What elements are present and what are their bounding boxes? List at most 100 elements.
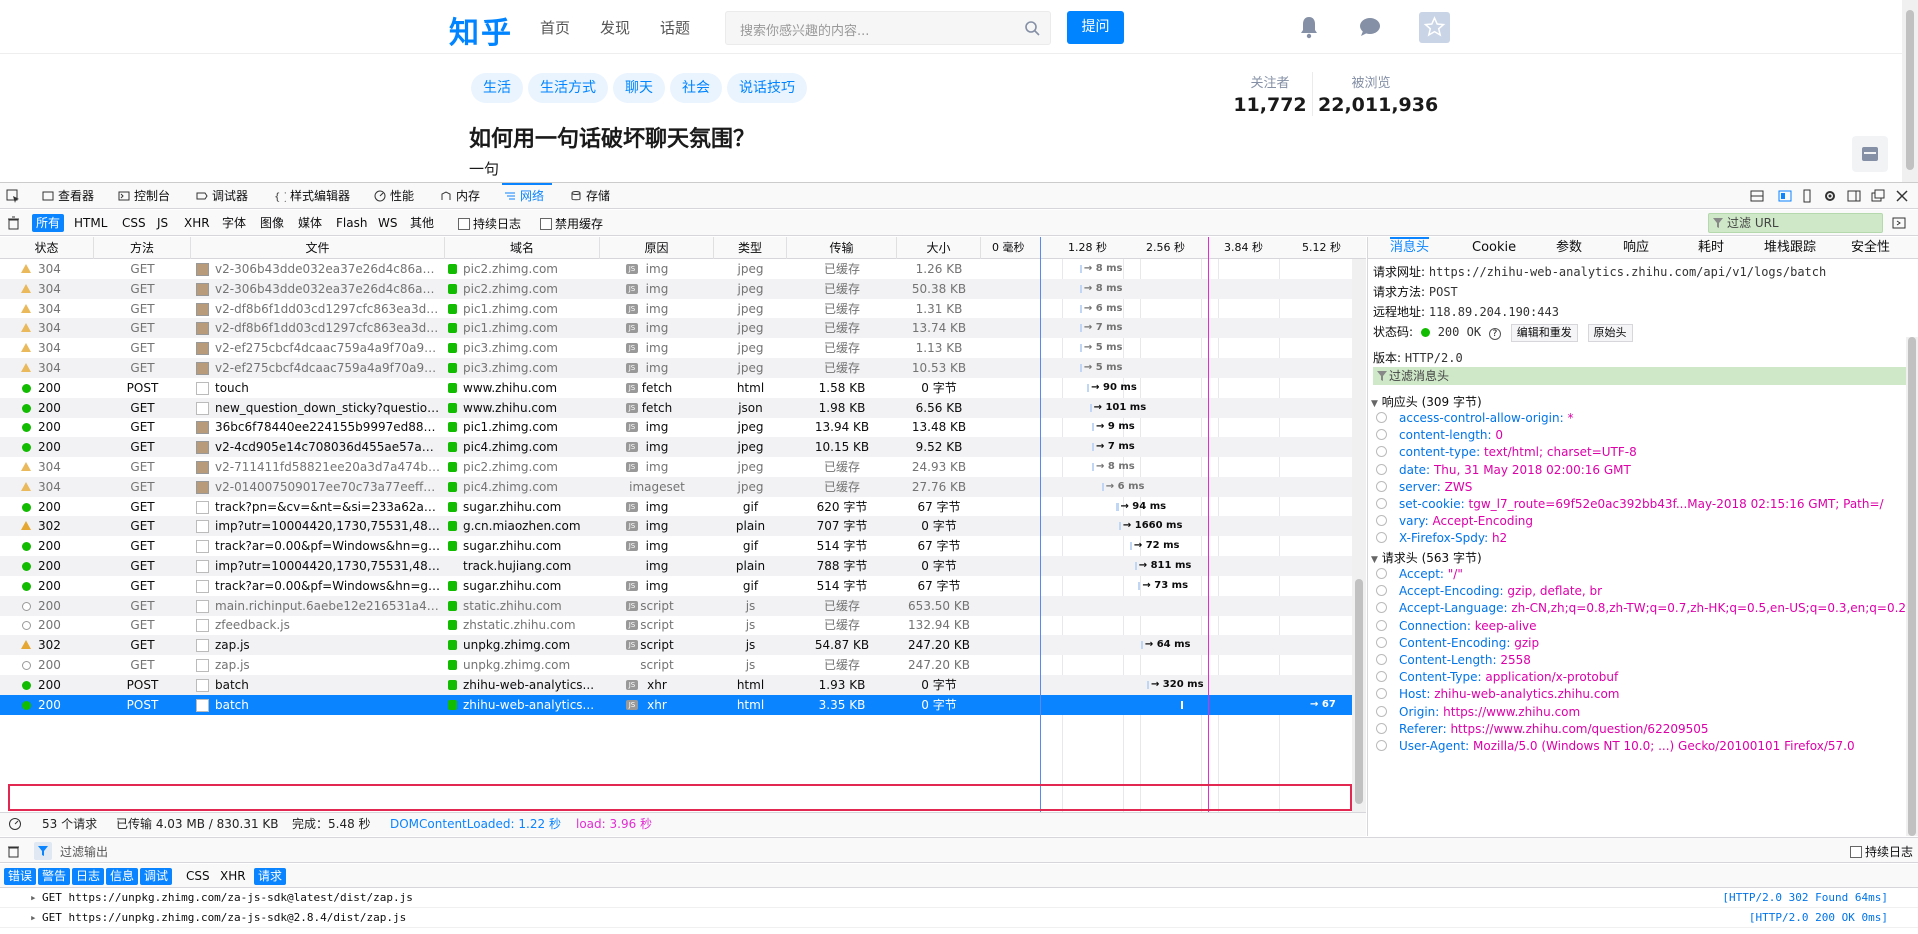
tab-performance[interactable]: 性能 — [372, 183, 414, 209]
request-file[interactable]: v2-df8b6f1dd03cd1297cfc863ea3da6... — [215, 318, 441, 338]
nav-home[interactable]: 首页 — [540, 17, 570, 38]
page-scrollbar[interactable] — [1902, 0, 1918, 182]
request-url[interactable]: https://zhihu-web-analytics.zhihu.com/ap… — [1429, 265, 1826, 279]
header-row[interactable]: Content-Encoding: gzip — [1376, 636, 1539, 650]
request-file[interactable]: new_question_down_sticky?question_... — [215, 398, 441, 418]
header-row[interactable]: vary: Accept-Encoding — [1376, 514, 1533, 528]
table-row[interactable]: 200 GET 36bc6f78440ee224155b9997ed887e2...… — [0, 417, 1352, 437]
request-file[interactable]: touch — [215, 378, 441, 398]
header-row[interactable]: Content-Length: 2558 — [1376, 653, 1531, 667]
table-row[interactable]: 304 GET v2-ef275cbcf4dcaac759a4a9f70a946e.… — [0, 338, 1352, 358]
request-file[interactable]: v2-ef275cbcf4dcaac759a4a9f70a946e... — [215, 338, 441, 358]
topic-tag[interactable]: 说话技巧 — [727, 73, 807, 103]
table-row[interactable]: 200 GET track?ar=0.00&pf=Windows&hn=glo...… — [0, 576, 1352, 596]
filter-ws[interactable]: WS — [374, 214, 401, 232]
request-file[interactable]: v2-ef275cbcf4dcaac759a4a9f70a946e... — [215, 358, 441, 378]
table-row[interactable]: 200 POST batch zhihu-web-analytics... JS xhr h… — [0, 694, 1352, 730]
topic-tag[interactable]: 生活方式 — [528, 73, 608, 103]
console-message[interactable]: ▸ GET https://unpkg.zhimg.com/za-js-sdk@2… — [0, 908, 1918, 928]
request-file[interactable]: track?pn=&cv=&nt=&si=233a62aa-... — [215, 497, 441, 517]
request-file[interactable]: zfeedback.js — [215, 615, 441, 635]
filter-media[interactable]: 媒体 — [294, 214, 326, 232]
tab-inspector[interactable]: 查看器 — [40, 183, 94, 209]
layout-icon[interactable] — [1750, 189, 1764, 203]
table-row[interactable]: 304 GET v2-711411fd58821ee20a3d7a474b20...… — [0, 457, 1352, 477]
filter-all[interactable]: 所有 — [32, 214, 65, 232]
help-icon[interactable] — [1376, 636, 1387, 648]
console-filter-6[interactable]: XHR — [216, 868, 250, 885]
col-cause[interactable]: 原因 — [600, 237, 714, 259]
col-method[interactable]: 方法 — [94, 237, 191, 259]
console-status[interactable]: [HTTP/2.0 200 OK 0ms] — [1749, 908, 1888, 928]
header-row[interactable]: set-cookie: tgw_l7_route=69f52e0ac392bb4… — [1376, 497, 1884, 511]
help-icon[interactable] — [1376, 705, 1387, 717]
console-filter-4[interactable]: 调试 — [140, 868, 173, 885]
table-row[interactable]: 200 GET new_question_down_sticky?question_… — [0, 397, 1352, 418]
tab-security[interactable]: 安全性 — [1851, 237, 1890, 259]
request-file[interactable]: imp?utr=10004420,1730,75531,4866... — [215, 516, 441, 536]
bell-icon[interactable] — [1296, 14, 1322, 40]
details-scrollbar[interactable] — [1906, 337, 1918, 836]
request-file[interactable]: batch — [215, 695, 441, 715]
table-row[interactable]: 304 GET v2-306b43dde032ea37e26d4c86a173...… — [0, 259, 1352, 279]
tab-cookies[interactable]: Cookie — [1472, 237, 1516, 259]
header-row[interactable]: date: Thu, 31 May 2018 02:00:16 GMT — [1376, 463, 1631, 477]
table-row[interactable]: 200 GET track?pn=&cv=&nt=&si=233a62aa-... s… — [0, 497, 1352, 517]
header-row[interactable]: Origin: https://www.zhihu.com — [1376, 705, 1580, 719]
edit-resend-button[interactable]: 编辑和重发 — [1510, 324, 1578, 342]
performance-analysis-icon[interactable] — [8, 817, 22, 831]
toggle-sidebar-icon[interactable] — [1892, 216, 1906, 230]
help-icon[interactable] — [1376, 654, 1387, 665]
filter-fonts[interactable]: 字体 — [218, 214, 250, 232]
table-row[interactable]: 302 GET imp?utr=10004420,1730,75531,4866..… — [0, 516, 1352, 537]
topic-tag[interactable]: 社会 — [670, 73, 722, 103]
console-status[interactable]: [HTTP/2.0 302 Found 64ms] — [1722, 888, 1888, 908]
header-row[interactable]: Accept-Language: zh-CN,zh;q=0.8,zh-TW;q=… — [1376, 601, 1906, 615]
help-icon[interactable] — [1376, 498, 1387, 509]
console-filter-7[interactable]: 请求 — [254, 868, 287, 885]
split-console-icon[interactable] — [1778, 189, 1792, 203]
search-input[interactable]: 搜索你感兴趣的内容... — [740, 20, 869, 39]
table-row[interactable]: 304 GET v2-df8b6f1dd03cd1297cfc863ea3da6..… — [0, 299, 1352, 319]
tab-console[interactable]: 控制台 — [116, 183, 170, 209]
help-icon[interactable] — [1376, 722, 1387, 734]
help-icon[interactable] — [1376, 688, 1387, 700]
console-filter-0[interactable]: 错误 — [4, 868, 37, 885]
header-row[interactable]: User-Agent: Mozilla/5.0 (Windows NT 10.0… — [1376, 739, 1855, 753]
console-message[interactable]: ▸ GET https://unpkg.zhimg.com/za-js-sdk@l… — [0, 888, 1918, 908]
tab-timings[interactable]: 耗时 — [1698, 237, 1724, 259]
chevron-down-icon[interactable]: ▼ — [1371, 555, 1378, 565]
request-file[interactable]: track?ar=0.00&pf=Windows&hn=glo... — [215, 536, 441, 556]
tab-network[interactable]: 网络 — [502, 183, 553, 209]
ask-button[interactable]: 提问 — [1067, 11, 1124, 44]
search-box[interactable]: 搜索你感兴趣的内容... — [725, 11, 1051, 45]
request-file[interactable]: imp?utr=10004420,1730,75531,4866... — [215, 556, 441, 576]
zhihu-logo[interactable]: 知乎 — [449, 8, 513, 52]
help-icon[interactable] — [1376, 619, 1387, 631]
help-icon[interactable] — [1376, 532, 1387, 544]
request-file[interactable]: zap.js — [215, 635, 441, 655]
request-list-scrollbar-thumb[interactable] — [1355, 579, 1363, 804]
request-file[interactable]: track?ar=0.00&pf=Windows&hn=glo... — [215, 576, 441, 596]
search-icon[interactable] — [1024, 20, 1040, 36]
tab-stack-trace[interactable]: 堆栈跟踪 — [1764, 237, 1816, 259]
tab-params[interactable]: 参数 — [1556, 237, 1582, 259]
expand-arrow-icon[interactable]: ▸ — [30, 888, 37, 908]
nav-explore[interactable]: 发现 — [600, 17, 630, 38]
help-icon[interactable] — [1376, 740, 1387, 751]
url-filter-input[interactable]: 过滤 URL — [1708, 213, 1883, 233]
header-row[interactable]: access-control-allow-origin: * — [1376, 411, 1573, 425]
details-scrollbar-thumb[interactable] — [1908, 337, 1916, 836]
floating-button[interactable] — [1852, 136, 1888, 172]
checkbox-box[interactable] — [458, 218, 470, 230]
avatar[interactable] — [1419, 12, 1450, 43]
help-icon[interactable]: ? — [1488, 328, 1501, 340]
table-row[interactable]: 200 GET zap.js unpkg.zhimg.com script js 已缓存 24… — [0, 655, 1352, 675]
filter-xhr[interactable]: XHR — [180, 214, 214, 232]
help-icon[interactable] — [1376, 671, 1387, 683]
tab-headers[interactable]: 消息头 — [1390, 237, 1430, 259]
help-icon[interactable] — [1376, 602, 1387, 614]
tab-response[interactable]: 响应 — [1623, 237, 1649, 259]
col-status[interactable]: 状态 — [0, 237, 94, 259]
help-icon[interactable] — [1376, 412, 1387, 423]
